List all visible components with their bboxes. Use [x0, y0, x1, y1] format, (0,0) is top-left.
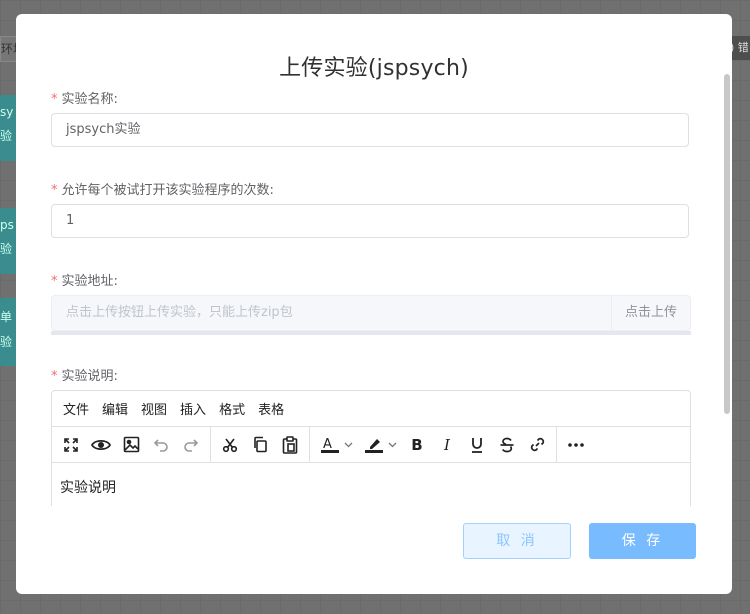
highlight-icon[interactable] — [358, 431, 402, 459]
menu-format[interactable]: 格式 — [219, 399, 245, 418]
image-icon[interactable] — [116, 431, 146, 459]
background-card-line: 验 — [0, 242, 13, 256]
experiment-address-label: * 实验地址: — [51, 270, 118, 289]
background-card-line: 验 — [0, 129, 13, 143]
background-card: 单 验 — [0, 298, 16, 366]
menu-insert[interactable]: 插入 — [180, 399, 206, 418]
text-color-icon[interactable]: A — [314, 431, 358, 459]
rich-text-editor: 文件 编辑 视图 插入 格式 表格 A B I 实验说明 — [51, 390, 691, 506]
upload-experiment-dialog: 上传实验(jspsych) * 实验名称: jspsych实验 * 允许每个被试打开… — [16, 14, 732, 594]
redo-icon[interactable] — [176, 431, 206, 459]
menu-edit[interactable]: 编辑 — [102, 399, 128, 418]
fullscreen-icon[interactable] — [56, 431, 86, 459]
background-card: sy 验 — [0, 95, 16, 161]
dialog-scrollbar[interactable] — [724, 74, 730, 414]
open-times-input[interactable]: 1 — [51, 204, 689, 238]
background-card-line: 验 — [0, 335, 13, 349]
open-times-label: * 允许每个被试打开该实验程序的次数: — [51, 179, 274, 198]
required-mark: * — [51, 274, 58, 289]
paste-icon[interactable] — [275, 431, 305, 459]
experiment-address-input[interactable]: 点击上传按钮上传实验，只能上传zip包 — [51, 295, 611, 331]
background-button: ) 错 — [730, 36, 750, 60]
link-icon[interactable] — [522, 431, 552, 459]
experiment-description-label: * 实验说明: — [51, 365, 118, 384]
experiment-name-label: * 实验名称: — [51, 88, 118, 107]
required-mark: * — [51, 369, 58, 384]
undo-icon[interactable] — [146, 431, 176, 459]
experiment-name-input[interactable]: jspsych实验 — [51, 113, 689, 147]
dialog-body: 上传实验(jspsych) * 实验名称: jspsych实验 * 允许每个被试打开… — [16, 14, 732, 506]
preview-icon[interactable] — [86, 431, 116, 459]
background-card-line: ps — [0, 218, 14, 232]
cancel-button[interactable]: 取 消 — [463, 523, 571, 559]
menu-view[interactable]: 视图 — [141, 399, 167, 418]
italic-icon[interactable]: I — [432, 431, 462, 459]
cut-icon[interactable] — [215, 431, 245, 459]
toolbar-group-clipboard — [211, 427, 310, 462]
editor-toolbar: A B I — [52, 427, 690, 463]
bold-icon[interactable]: B — [402, 431, 432, 459]
background-card-line: 单 — [0, 310, 13, 324]
toolbar-group-view — [52, 427, 211, 462]
required-mark: * — [51, 92, 58, 107]
menu-table[interactable]: 表格 — [258, 399, 284, 418]
strikethrough-icon[interactable] — [492, 431, 522, 459]
dialog-title: 上传实验(jspsych) — [279, 56, 469, 81]
more-icon[interactable] — [561, 431, 591, 459]
experiment-address-label-text: 实验地址: — [61, 274, 118, 289]
required-mark: * — [51, 183, 58, 198]
upload-progress-track — [51, 331, 691, 335]
menu-file[interactable]: 文件 — [63, 399, 89, 418]
editor-content[interactable]: 实验说明 — [52, 463, 690, 506]
editor-menubar: 文件 编辑 视图 插入 格式 表格 — [52, 391, 690, 427]
underline-icon[interactable] — [462, 431, 492, 459]
background-card-line: sy — [0, 105, 14, 119]
toolbar-group-more — [557, 427, 595, 462]
toolbar-group-format: A B I — [310, 427, 557, 462]
copy-icon[interactable] — [245, 431, 275, 459]
experiment-address-group: 点击上传按钮上传实验，只能上传zip包 点击上传 — [51, 295, 691, 331]
svg-text:A: A — [323, 437, 332, 452]
experiment-name-label-text: 实验名称: — [61, 92, 118, 107]
experiment-description-label-text: 实验说明: — [61, 369, 118, 384]
open-times-label-text: 允许每个被试打开该实验程序的次数: — [61, 183, 274, 198]
upload-button[interactable]: 点击上传 — [611, 295, 691, 331]
save-button[interactable]: 保 存 — [589, 523, 696, 559]
background-card: ps 验 — [0, 208, 16, 274]
